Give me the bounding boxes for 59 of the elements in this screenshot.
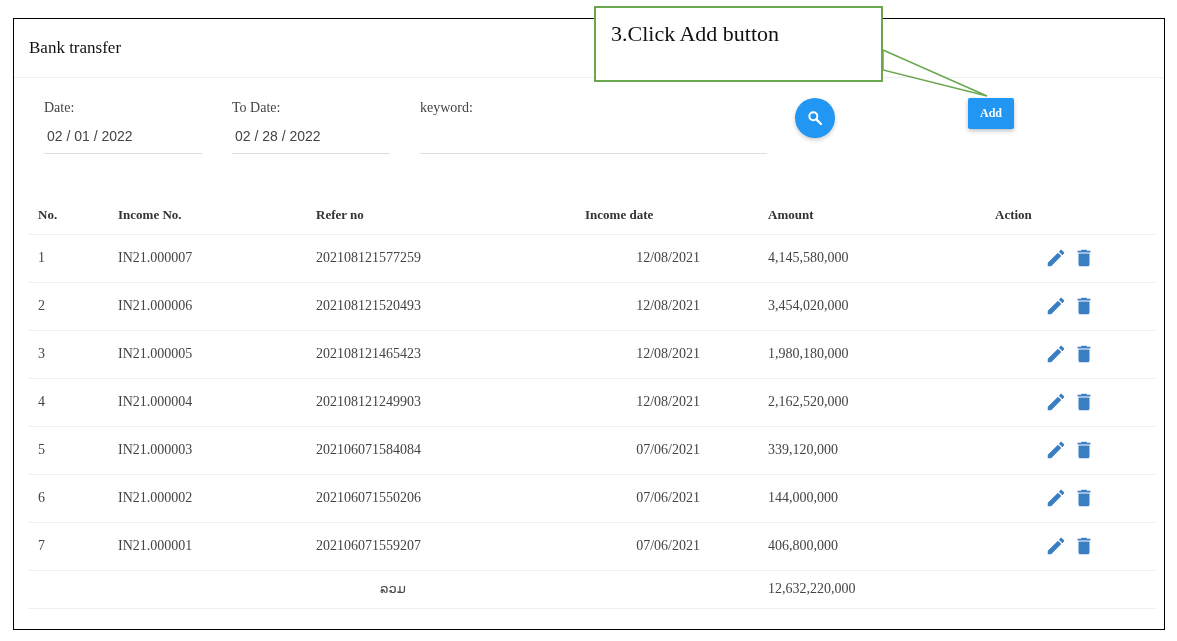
table-cell: 202106071559207	[306, 522, 575, 570]
input-field[interactable]: 02 / 28 / 2022	[232, 120, 390, 154]
table-cell: 4	[28, 378, 108, 426]
table-cell: 1,980,180,000	[758, 330, 985, 378]
column-header: Refer no	[306, 196, 575, 234]
table-cell: IN21.000003	[108, 426, 306, 474]
table-cell: IN21.000005	[108, 330, 306, 378]
table-cell: 07/06/2021	[575, 426, 758, 474]
table-cell: 6	[28, 474, 108, 522]
table-cell: 202108121520493	[306, 282, 575, 330]
table-cell: 339,120,000	[758, 426, 985, 474]
table-cell: 144,000,000	[758, 474, 985, 522]
column-header: Income No.	[108, 196, 306, 234]
field-label: To Date:	[232, 100, 282, 116]
table-cell: IN21.000002	[108, 474, 306, 522]
table-cell: IN21.000001	[108, 522, 306, 570]
table-cell: 2	[28, 282, 108, 330]
table-cell: IN21.000007	[108, 234, 306, 282]
table-cell: 2,162,520,000	[758, 378, 985, 426]
total-label: ລວມ	[380, 581, 406, 596]
column-header: Amount	[758, 196, 985, 234]
input-field[interactable]: 02 / 01 / 2022	[44, 120, 202, 154]
table-cell: 202106071550206	[306, 474, 575, 522]
pencil-icon[interactable]	[1045, 247, 1067, 269]
pencil-icon[interactable]	[1045, 535, 1067, 557]
column-header: Income date	[575, 196, 758, 234]
table-cell: 202106071584084	[306, 426, 575, 474]
pencil-icon[interactable]	[1045, 295, 1067, 317]
table-cell: IN21.000006	[108, 282, 306, 330]
search-icon	[807, 110, 823, 126]
pencil-icon[interactable]	[1045, 343, 1067, 365]
table-cell: 12/08/2021	[575, 378, 758, 426]
table-cell: 5	[28, 426, 108, 474]
table-cell: 12/08/2021	[575, 282, 758, 330]
pencil-icon[interactable]	[1045, 391, 1067, 413]
column-header: Action	[985, 196, 1155, 234]
card-title: Bank transfer	[29, 38, 122, 58]
total-amount: 12,632,220,000	[758, 570, 985, 608]
field-label: Date:	[44, 100, 76, 116]
table-cell: IN21.000004	[108, 378, 306, 426]
table-cell: 07/06/2021	[575, 474, 758, 522]
column-header: No.	[28, 196, 108, 234]
table-cell: 4,145,580,000	[758, 234, 985, 282]
table-cell: 12/08/2021	[575, 330, 758, 378]
table-cell: 202108121249903	[306, 378, 575, 426]
table-cell: 202108121577259	[306, 234, 575, 282]
pencil-icon[interactable]	[1045, 487, 1067, 509]
table-cell: 7	[28, 522, 108, 570]
table-cell: 12/08/2021	[575, 234, 758, 282]
search-button[interactable]	[795, 98, 835, 138]
table-cell: 202108121465423	[306, 330, 575, 378]
table-cell: 07/06/2021	[575, 522, 758, 570]
field-label: keyword:	[420, 100, 474, 116]
table-cell: 406,800,000	[758, 522, 985, 570]
callout-text: 3.Click Add button	[611, 21, 780, 46]
pencil-icon[interactable]	[1045, 439, 1067, 461]
table-cell: 3	[28, 330, 108, 378]
table-cell: 3,454,020,000	[758, 282, 985, 330]
table-cell: 1	[28, 234, 108, 282]
